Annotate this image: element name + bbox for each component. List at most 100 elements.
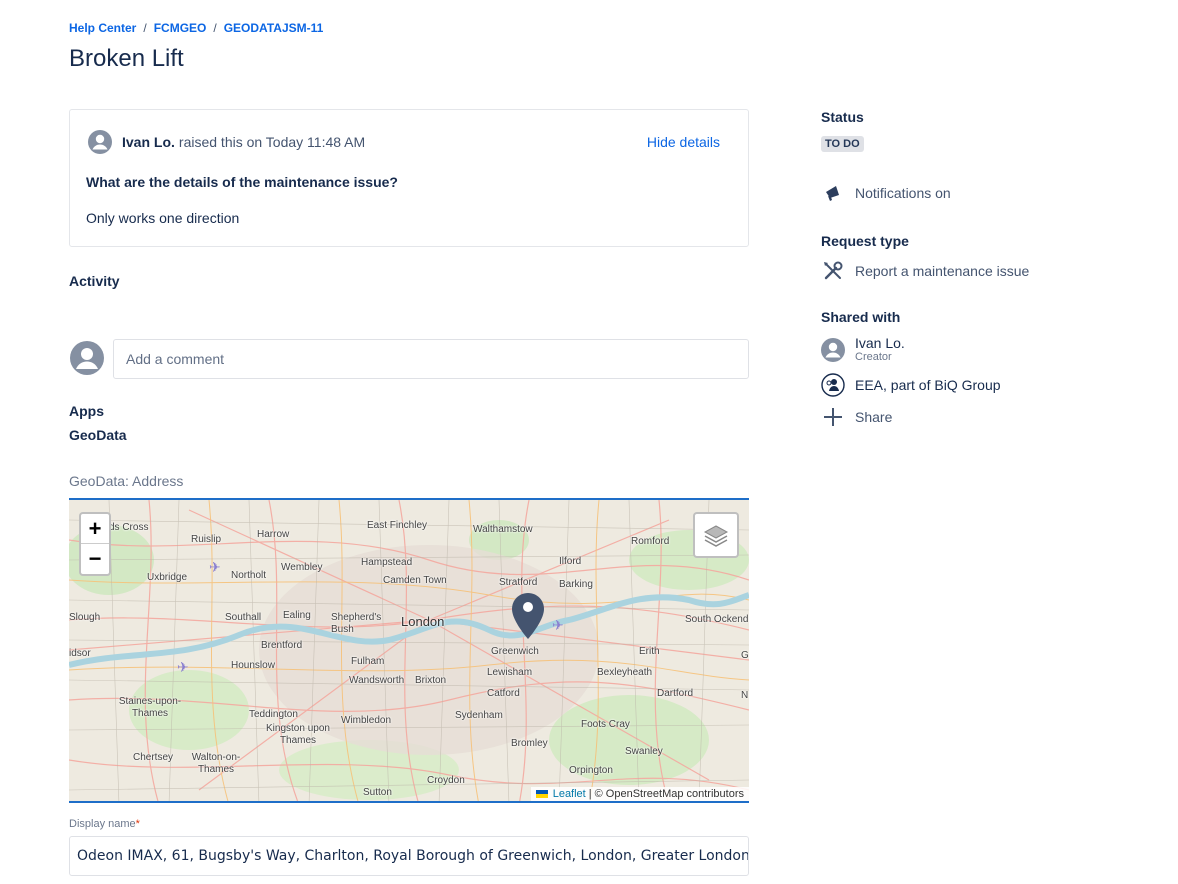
- shared-org-row: EEA, part of BiQ Group: [821, 373, 1001, 397]
- person-avatar-icon: [88, 130, 112, 154]
- geodata-map[interactable]: ✈ ✈ ✈ ds Cross Ruislip Harrow East Finch…: [69, 498, 749, 803]
- share-label: Share: [855, 409, 893, 425]
- person-avatar-icon: [70, 341, 104, 375]
- map-label: G: [741, 650, 749, 661]
- map-label: London: [401, 614, 445, 629]
- display-name-input[interactable]: Odeon IMAX, 61, Bugsby's Way, Charlton, …: [69, 836, 749, 876]
- map-label: Dartford: [657, 688, 694, 699]
- map-label: Uxbridge: [147, 572, 188, 583]
- raised-text: raised this on Today 11:48 AM: [178, 134, 366, 150]
- raiser-line: Ivan Lo. raised this on Today 11:48 AM: [88, 130, 365, 154]
- breadcrumb-issue[interactable]: GEODATAJSM-11: [224, 21, 324, 35]
- map-label: Sydenham: [455, 710, 503, 721]
- map-label: Walthamstow: [473, 524, 533, 535]
- geodata-address-label: GeoData: Address: [69, 473, 184, 489]
- leaflet-link[interactable]: Leaflet: [553, 788, 586, 800]
- map-label: Wimbledon: [341, 715, 392, 726]
- person-avatar-icon: [821, 337, 845, 362]
- map-label: idsor: [69, 648, 91, 659]
- map-label: Slough: [69, 612, 101, 623]
- display-name-label-text: Display name: [69, 818, 136, 830]
- map-label: Teddington: [249, 709, 298, 720]
- org-name: EEA, part of BiQ Group: [855, 377, 1001, 393]
- map-label: Swanley: [625, 746, 663, 757]
- breadcrumb-help-center[interactable]: Help Center: [69, 21, 136, 35]
- svg-text:✈: ✈: [209, 560, 221, 576]
- svg-text:✈: ✈: [177, 660, 189, 676]
- breadcrumb-separator: /: [213, 21, 217, 35]
- geodata-app-heading: GeoData: [69, 427, 127, 443]
- map-label: Harrow: [257, 529, 290, 540]
- map-label: Greenwich: [491, 646, 539, 657]
- share-button[interactable]: Share: [821, 405, 892, 429]
- map-label: Staines-upon-Thames: [118, 696, 182, 719]
- map-label: Northolt: [231, 570, 267, 581]
- wrench-screwdriver-icon: [821, 259, 845, 283]
- activity-heading: Activity: [69, 273, 120, 289]
- map-label: Sutton: [363, 787, 392, 798]
- map-label: Hampstead: [361, 557, 413, 568]
- map-label: Shepherd's Bush: [331, 612, 382, 635]
- map-label: Camden Town: [383, 575, 447, 586]
- map-label: Croydon: [427, 775, 465, 786]
- map-label: Lewisham: [487, 667, 533, 678]
- map-label: Ealing: [283, 610, 311, 621]
- map-label: Chertsey: [133, 752, 174, 763]
- attribution-text: | © OpenStreetMap contributors: [588, 788, 744, 800]
- map-attribution: Leaflet | © OpenStreetMap contributors: [530, 787, 749, 801]
- map-label: Wandsworth: [349, 675, 405, 686]
- map-label: Ilford: [559, 556, 582, 567]
- map-label: Wembley: [281, 562, 323, 573]
- creator-name: Ivan Lo.: [855, 335, 905, 351]
- map-label: East Finchley: [367, 520, 428, 531]
- map-label: Brentford: [261, 640, 303, 651]
- zoom-in-button[interactable]: +: [81, 514, 109, 544]
- map-label: Bexleyheath: [597, 667, 653, 678]
- breadcrumb: Help Center / FCMGEO / GEODATAJSM-11: [69, 21, 323, 35]
- map-label: N: [741, 690, 749, 701]
- map-label: Barking: [559, 579, 593, 590]
- map-label: South Ockend: [685, 614, 749, 625]
- request-type-row: Report a maintenance issue: [821, 259, 1029, 283]
- ukraine-flag-icon: [535, 790, 548, 798]
- status-badge: TO DO: [821, 136, 864, 152]
- detail-answer: Only works one direction: [86, 210, 240, 226]
- status-heading: Status: [821, 109, 864, 125]
- shared-with-heading: Shared with: [821, 309, 901, 325]
- apps-heading: Apps: [69, 403, 104, 419]
- map-label: Hounslow: [231, 660, 275, 671]
- request-type-value: Report a maintenance issue: [855, 263, 1030, 279]
- notifications-toggle[interactable]: Notifications on: [821, 181, 951, 205]
- map-pin-icon[interactable]: [511, 592, 545, 640]
- layers-button[interactable]: [693, 512, 739, 558]
- hide-details-link[interactable]: Hide details: [647, 134, 720, 150]
- svg-text:✈: ✈: [552, 618, 564, 634]
- map-label: Southall: [225, 612, 262, 623]
- creator-role: Creator: [855, 351, 892, 363]
- map-label: Brixton: [415, 675, 447, 686]
- detail-question: What are the details of the maintenance …: [86, 174, 398, 190]
- map-label: ds Cross: [109, 522, 149, 533]
- map-label: Fulham: [351, 656, 385, 667]
- notifications-label: Notifications on: [855, 185, 951, 201]
- map-label: Foots Cray: [581, 719, 630, 730]
- map-label: Catford: [487, 688, 520, 699]
- breadcrumb-project[interactable]: FCMGEO: [154, 21, 207, 35]
- map-label: Ruislip: [191, 534, 222, 545]
- raiser-name[interactable]: Ivan Lo.: [122, 134, 175, 150]
- required-mark: *: [135, 818, 140, 830]
- map-label: Orpington: [569, 765, 613, 776]
- map-label: Walton-on-Thames: [191, 752, 241, 775]
- map-label: Kingston upon Thames: [266, 723, 330, 746]
- map-label: Erith: [639, 646, 660, 657]
- map-zoom-control: + −: [79, 512, 111, 576]
- plus-icon: [821, 405, 845, 429]
- add-comment-input[interactable]: Add a comment: [113, 339, 749, 379]
- display-name-label: Display name*: [69, 818, 140, 830]
- layers-icon: [703, 525, 729, 547]
- page-title: Broken Lift: [69, 45, 184, 72]
- zoom-out-button[interactable]: −: [81, 544, 109, 574]
- map-label: Bromley: [511, 738, 548, 749]
- map-label: Stratford: [499, 577, 538, 588]
- organization-icon: [821, 373, 845, 397]
